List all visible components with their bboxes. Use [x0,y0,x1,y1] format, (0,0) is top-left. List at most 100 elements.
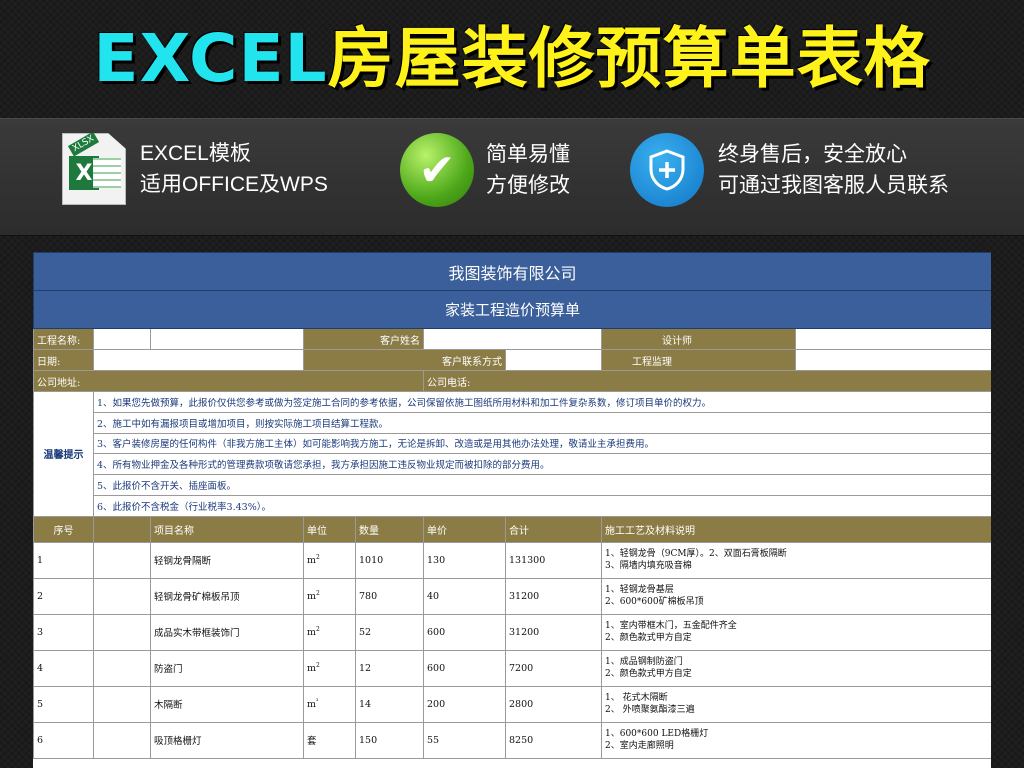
banner-title-latin: EXCEL [93,20,328,97]
cell-desc[interactable]: 1、轻钢龙骨基层 2、600*600矿棉板吊顶 [600,577,991,615]
cell-blank[interactable] [93,577,151,615]
cell-desc[interactable]: 1、 花式木隔断 2、 外喷聚氨酯漆三遍 [600,685,991,723]
cell-client-contact-value[interactable] [505,349,602,371]
cell-qty[interactable]: 14 [355,685,424,723]
cell-no[interactable]: 6 [33,721,94,759]
cell-name[interactable]: 轻钢龙骨隔断 [150,541,304,579]
feature-line1: EXCEL模板 [140,142,251,165]
cell-price[interactable]: 130 [423,541,506,579]
cell-total[interactable]: 131300 [505,541,602,579]
unit-text: m [307,627,317,639]
label-client-name[interactable]: 客户姓名 [303,328,424,350]
column-header-row: 序号 项目名称 单位 数量 单价 合计 施工工艺及材料说明 [33,515,991,543]
cell-date-value[interactable] [93,349,304,371]
cell-client-name-value[interactable] [423,328,602,350]
feature-text: 简单易懂 方便修改 [486,139,570,201]
cell-price[interactable]: 40 [423,577,506,615]
cell-no[interactable]: 4 [33,649,94,687]
cell-qty[interactable]: 150 [355,721,424,759]
col-header-desc[interactable]: 施工工艺及材料说明 [600,515,991,543]
cell-no[interactable]: 1 [33,541,94,579]
cell-unit[interactable]: 套 [303,721,356,759]
col-header-name[interactable]: 项目名称 [150,515,304,543]
tip-3[interactable]: 3、客户装修房屋的任何构件（非我方施工主体）如可能影响我方施工，无论是拆卸、改造… [92,432,991,455]
label-client-contact[interactable]: 客户联系方式 [303,349,506,371]
label-project-name[interactable]: 工程名称: [33,328,94,350]
col-header-unit[interactable]: 单位 [303,515,356,543]
feature-excel-template: XLSX X EXCEL模板 适用OFFICE及WPS [62,133,328,205]
label-supervisor[interactable]: 工程监理 [601,349,796,371]
cell-supervisor-value[interactable] [794,349,991,371]
cell-desc[interactable]: 1、轻钢龙骨（9CM厚）。2、双面石膏板隔断 3、隔墙内填充吸音棉 [600,541,991,579]
cell-no[interactable]: 5 [33,685,94,723]
tip-6[interactable]: 6、此报价不含税金（行业税率3.43%）。 [92,494,991,517]
cell-blank[interactable] [93,649,151,687]
label-designer[interactable]: 设计师 [601,328,796,350]
cell-blank[interactable] [93,541,151,579]
cell-qty[interactable]: 52 [355,613,424,651]
budget-table: 我图装饰有限公司 家装工程造价预算单 工程名称: 客户姓名 设计师 日期: 客户… [33,252,991,759]
cell-name[interactable]: 成品实木带框装饰门 [150,613,304,651]
tip-2[interactable]: 2、施工中如有漏报项目或增加项目，则按实际施工项目结算工程款。 [92,411,991,434]
doc-title[interactable]: 家装工程造价预算单 [33,290,991,329]
xlsx-tag: XLSX [67,133,100,157]
cell-total[interactable]: 8250 [505,721,602,759]
tips-label[interactable]: 温馨提示 [33,391,94,517]
unit-sup: ³ [316,698,319,706]
cell-price[interactable]: 600 [423,613,506,651]
cell-unit[interactable]: m2 [303,613,356,651]
desc-line2: 2、室内走廊照明 [605,741,674,752]
cell-blank[interactable] [93,613,151,651]
tip-1[interactable]: 1、如果您先做预算，此报价仅供您参考或做为签定施工合同的参考依据，公司保留依施工… [92,391,991,413]
tip-4[interactable]: 4、所有物业押金及各种形式的管理费款项敬请您承担，我方承担因施工违反物业规定而被… [92,453,991,476]
cell-desc[interactable]: 1、室内带框木门，五金配件齐全 2、颜色款式甲方自定 [600,613,991,651]
label-company-address[interactable]: 公司地址: [33,370,424,392]
col-header-qty[interactable]: 数量 [355,515,424,543]
cell-name[interactable]: 木隔断 [150,685,304,723]
table-row: 1 轻钢龙骨隔断 m2 1010 130 131300 1、轻钢龙骨（9CM厚）。2、双面石… [33,541,991,579]
cell-blank[interactable] [93,685,151,723]
col-header-price[interactable]: 单价 [423,515,506,543]
tip-5[interactable]: 5、此报价不含开关、插座面板。 [92,474,991,496]
label-company-phone[interactable]: 公司电话: [422,370,991,392]
cell-total[interactable]: 7200 [505,649,602,687]
unit-text: m [307,663,317,675]
cell-designer-value[interactable] [794,328,991,350]
feature-line2: 适用OFFICE及WPS [140,173,328,196]
cell-qty[interactable]: 1010 [355,541,424,579]
cell-name[interactable]: 轻钢龙骨矿棉板吊顶 [150,577,304,615]
cell-project-name-value-2[interactable] [150,328,304,350]
cell-desc[interactable]: 1、成品钢制防盗门 2、颜色款式甲方自定 [600,649,991,687]
cell-no[interactable]: 2 [33,577,94,615]
cell-name[interactable]: 防盗门 [150,649,304,687]
cell-qty[interactable]: 780 [355,577,424,615]
cell-unit[interactable]: m2 [303,541,356,579]
cell-price[interactable]: 600 [423,649,506,687]
cell-unit[interactable]: m2 [303,577,356,615]
cell-desc[interactable]: 1、600*600 LED格栅灯 2、室内走廊照明 [600,721,991,759]
col-header-total[interactable]: 合计 [505,515,602,543]
col-header-no[interactable]: 序号 [33,515,94,543]
cell-name[interactable]: 吸顶格栅灯 [150,721,304,759]
cell-no[interactable]: 3 [33,613,94,651]
cell-price[interactable]: 55 [423,721,506,759]
unit-text: m [307,699,317,711]
company-name[interactable]: 我图装饰有限公司 [33,252,991,291]
feature-easy: ✔ 简单易懂 方便修改 [400,133,570,207]
cell-project-name-value[interactable] [93,328,151,350]
col-header-blank[interactable] [93,515,151,543]
feature-line2: 可通过我图客服人员联系 [718,174,949,197]
cell-qty[interactable]: 12 [355,649,424,687]
desc-line2: 2、600*600矿棉板吊顶 [605,597,704,608]
cell-total[interactable]: 2800 [505,685,602,723]
desc-line1: 1、600*600 LED格栅灯 [605,729,709,740]
item-rows: 1 轻钢龙骨隔断 m2 1010 130 131300 1、轻钢龙骨（9CM厚）。2、双面石… [33,541,991,759]
label-date[interactable]: 日期: [33,349,94,371]
feature-line1: 简单易懂 [486,143,570,166]
cell-total[interactable]: 31200 [505,613,602,651]
cell-total[interactable]: 31200 [505,577,602,615]
cell-unit[interactable]: m2 [303,649,356,687]
cell-blank[interactable] [93,721,151,759]
cell-unit[interactable]: m³ [303,685,356,723]
cell-price[interactable]: 200 [423,685,506,723]
